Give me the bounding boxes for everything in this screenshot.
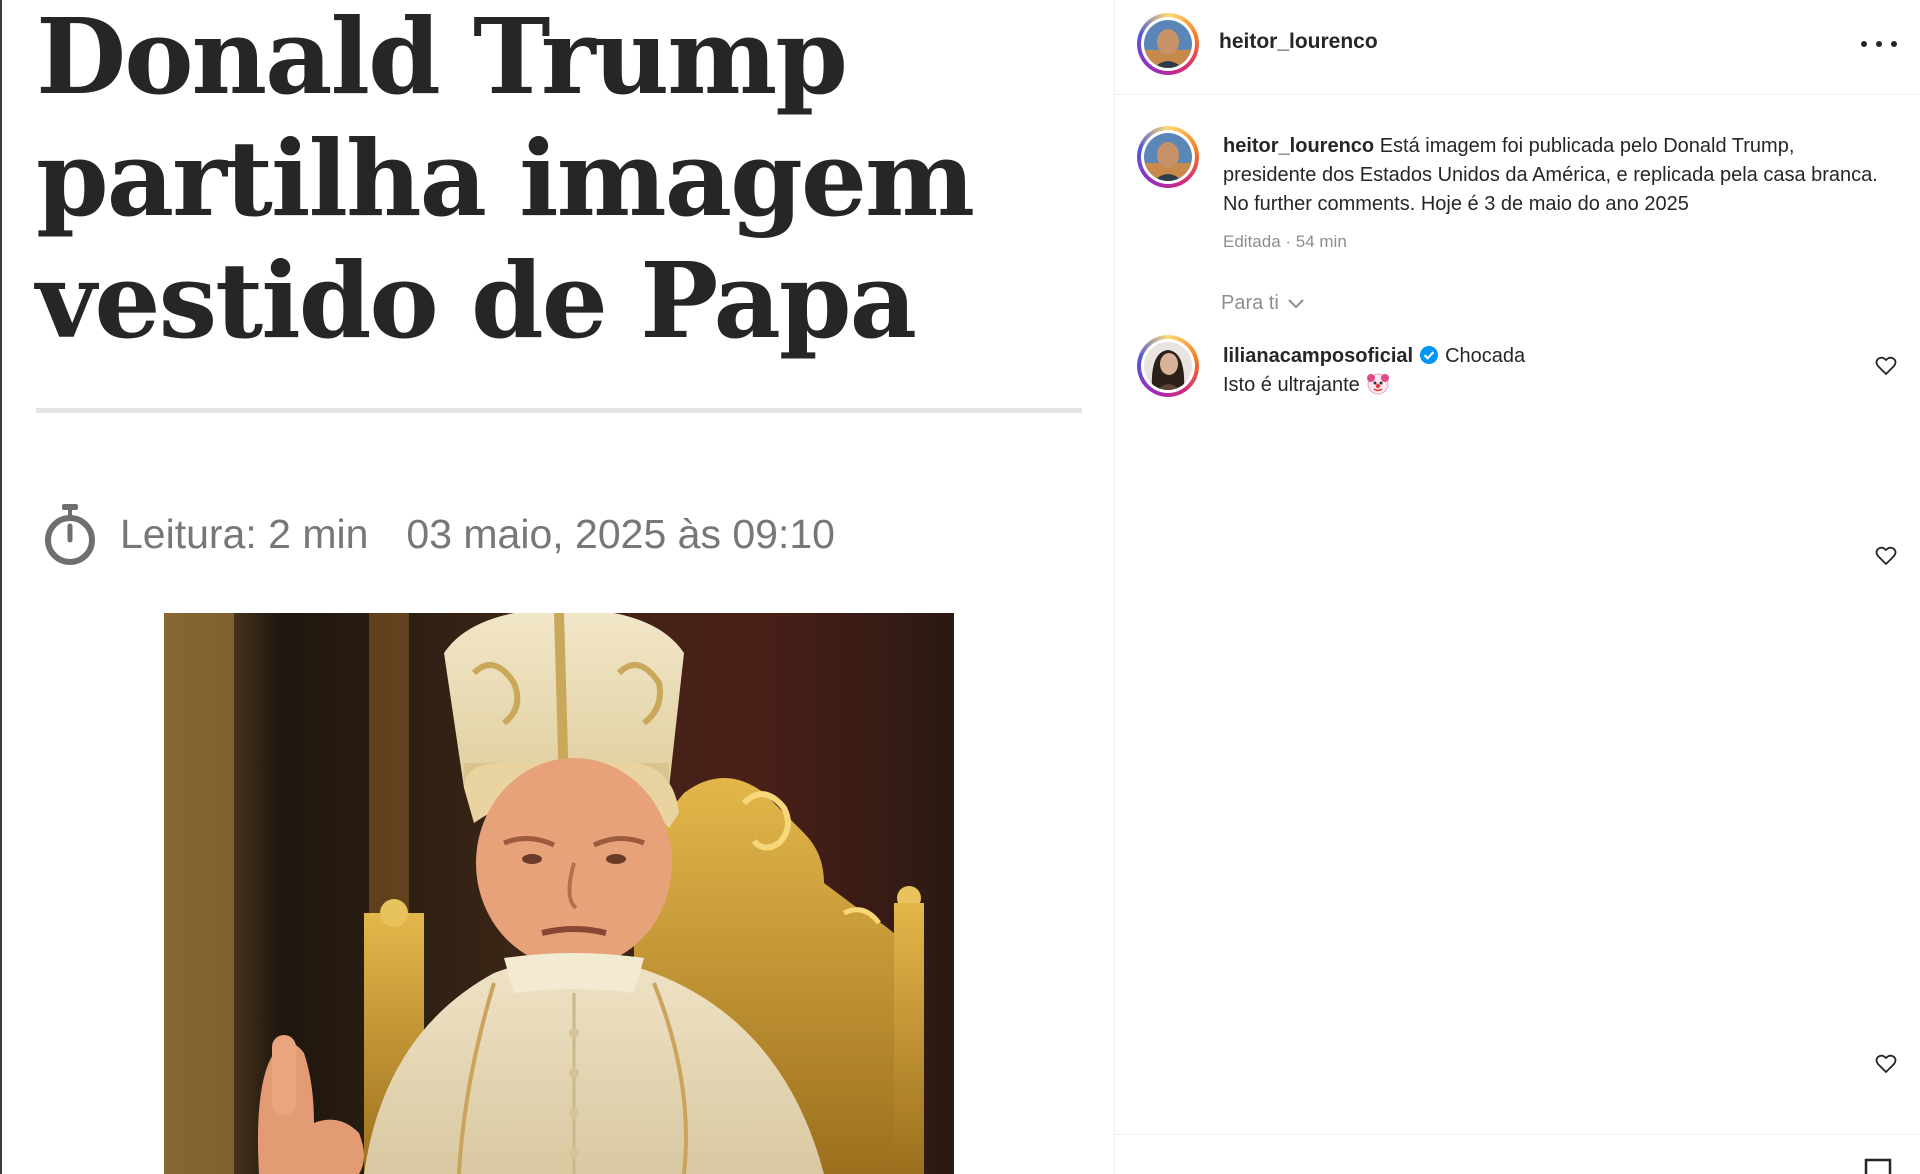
heart-icon[interactable] bbox=[1875, 356, 1897, 376]
pope-portrait-image bbox=[164, 613, 954, 1174]
comment: lilianacamposoficial Chocada Isto é ultra… bbox=[1223, 342, 1823, 400]
bookmark-icon[interactable] bbox=[1863, 1158, 1893, 1174]
post-actions-bar bbox=[1115, 1134, 1920, 1174]
more-options-icon[interactable] bbox=[1861, 32, 1897, 56]
caption-meta: Editada · 54 min bbox=[1223, 232, 1347, 251]
article-date: 03 maio, 2025 às 09:10 bbox=[406, 510, 835, 557]
article-meta: Leitura: 2 min 03 maio, 2025 às 09:10 bbox=[42, 498, 835, 570]
post-header: heitor_lourenco bbox=[1115, 0, 1920, 95]
post-media-article: Donald Trump partilha imagem vestido de … bbox=[2, 0, 1114, 1174]
article-divider bbox=[36, 408, 1082, 413]
clown-face-icon bbox=[1366, 371, 1390, 395]
caption-username[interactable]: heitor_lourenco bbox=[1223, 135, 1374, 157]
avatar[interactable] bbox=[1137, 126, 1199, 188]
stopwatch-icon bbox=[42, 502, 98, 566]
profile-photo-icon bbox=[1144, 20, 1192, 68]
profile-photo-icon bbox=[1144, 133, 1192, 181]
verified-badge-icon bbox=[1419, 345, 1439, 365]
comment-username[interactable]: lilianacamposoficial bbox=[1223, 345, 1413, 367]
heart-icon[interactable] bbox=[1875, 1054, 1897, 1074]
screen: Donald Trump partilha imagem vestido de … bbox=[0, 0, 1920, 1174]
article-headline: Donald Trump partilha imagem vestido de … bbox=[36, 0, 1076, 362]
headline-line: partilha imagem bbox=[36, 117, 975, 240]
reading-time: Leitura: 2 min bbox=[120, 510, 369, 557]
headline-line: vestido de Papa bbox=[36, 239, 917, 362]
comment-text-line: Chocada bbox=[1445, 345, 1526, 367]
avatar[interactable] bbox=[1137, 13, 1199, 75]
profile-photo-icon bbox=[1144, 342, 1192, 390]
avatar[interactable] bbox=[1137, 335, 1199, 397]
heart-icon[interactable] bbox=[1875, 546, 1897, 566]
post-author-username[interactable]: heitor_lourenco bbox=[1219, 30, 1378, 54]
post-caption: heitor_lourenco Está imagem foi publicad… bbox=[1223, 132, 1883, 219]
comment-text-line: Isto é ultrajante bbox=[1223, 374, 1360, 396]
comment-sort-label: Para ti bbox=[1221, 292, 1279, 314]
headline-line: Donald Trump bbox=[36, 0, 848, 118]
post-sidebar: heitor_lourenco heitor_lourenco Está ima… bbox=[1114, 0, 1920, 1174]
chevron-down-icon bbox=[1287, 298, 1305, 310]
comment-sort-dropdown[interactable]: Para ti bbox=[1221, 292, 1305, 315]
